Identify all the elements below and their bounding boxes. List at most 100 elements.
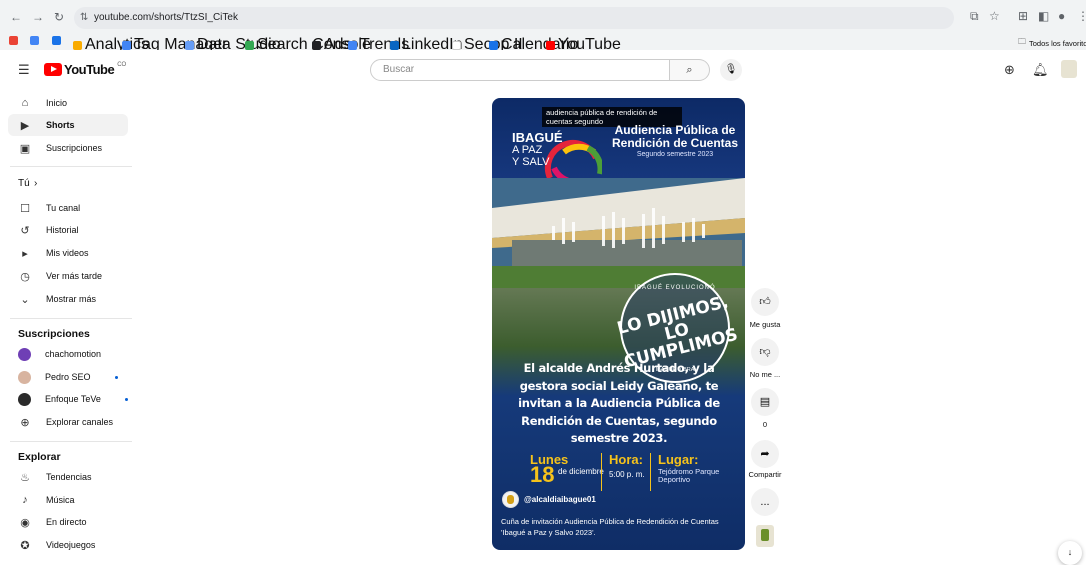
sidebar-item-you-4[interactable]: ⌄ Mostrar más — [0, 288, 135, 310]
sidebar-item-label: Tendencias — [46, 472, 92, 482]
sidebar-sub-1[interactable]: Pedro SEO — [0, 366, 135, 388]
create-icon[interactable]: ⊕ — [1004, 62, 1015, 78]
sidebar-item-label: Explorar canales — [46, 417, 114, 427]
trending-icon: ♨ — [20, 471, 30, 484]
bookmark-favicon-icon — [390, 40, 399, 50]
bookmark-favicon-icon — [245, 40, 254, 50]
sidebar-sub-0[interactable]: chachomotion — [0, 343, 135, 365]
hamburger-menu-icon[interactable]: ☰ — [18, 62, 30, 78]
mic-icon: 🎙 — [724, 64, 738, 75]
bookmark-star-icon[interactable]: ☆ — [989, 9, 1000, 23]
sidebar-item-you-3[interactable]: ◷ Ver más tarde — [0, 265, 135, 287]
sidebar-item-label: Historial — [46, 225, 79, 235]
sidebar-sub-3[interactable]: ⊕ Explorar canales — [0, 411, 135, 433]
chevron-right-icon[interactable]: › — [34, 178, 37, 189]
sidebar-item-you-2[interactable]: ▸ Mis videos — [0, 242, 135, 264]
menu-icon[interactable]: ⋮ — [1077, 9, 1086, 23]
place-value: Tejódromo Parque Deportivo — [658, 467, 720, 484]
share-button[interactable]: ➦ — [751, 440, 779, 468]
share-page-icon[interactable]: ⧉ — [970, 9, 979, 24]
stadium-photo — [492, 178, 745, 288]
channel-name[interactable]: @alcaldiaibague01 — [524, 495, 596, 504]
next-short-button[interactable]: ↓ — [1058, 541, 1082, 565]
sidebar-item-explore-2[interactable]: ◉ En directo — [0, 511, 135, 533]
sidebar-item-label: chachomotion — [45, 349, 102, 359]
ibague-brand: IBAGUÉ A PAZ Y SALV — [512, 130, 563, 168]
bookmark-favicon-icon — [9, 36, 18, 45]
sidebar-item-label: Música — [46, 495, 75, 505]
sound-thumbnail[interactable] — [756, 525, 774, 547]
sidepanel-icon[interactable]: ◧ — [1038, 9, 1049, 23]
bookmark-favicon-icon — [452, 40, 461, 50]
sidebar-item-label: Videojuegos — [46, 540, 96, 550]
bookmark-favicon-icon — [52, 36, 61, 45]
all-bookmarks[interactable]: 🗀 Todos los favoritos — [1018, 36, 1086, 50]
sidebar-sub-2[interactable]: Enfoque TeVe — [0, 388, 135, 410]
sidebar-item-explore-3[interactable]: ✪ Videojuegos — [0, 534, 135, 556]
hour-label: Hora: — [609, 452, 643, 467]
short-video-player[interactable]: audiencia pública de rendición de cuenta… — [492, 98, 745, 550]
channel-icon: ☐ — [20, 202, 30, 215]
thumbs-up-icon: 👍︎ — [759, 296, 771, 308]
sidebar-item-shorts[interactable]: ▶ Shorts — [8, 114, 128, 136]
url-text: youtube.com/shorts/TtzSI_CiTek — [94, 12, 238, 23]
sidebar-item-label: Inicio — [46, 98, 68, 108]
dislike-button[interactable]: 👎︎ — [751, 338, 779, 366]
divider — [601, 453, 602, 491]
bookmark-favicon-icon — [489, 40, 498, 50]
gaming-icon: ✪ — [20, 539, 30, 552]
comments-button[interactable]: ▤ — [751, 388, 779, 416]
comments-count: 0 — [762, 420, 768, 429]
youtube-logo[interactable]: YouTube CO — [44, 62, 126, 77]
search-input[interactable]: Buscar — [370, 59, 670, 81]
sidebar-divider — [10, 441, 132, 442]
search-button[interactable]: ⌕ — [670, 59, 710, 81]
sidebar-item-suscripciones[interactable]: ▣ Suscripciones — [0, 137, 135, 159]
youtube-play-icon — [44, 63, 62, 76]
site-settings-icon[interactable]: ⇅ — [80, 7, 88, 29]
bookmark-item[interactable] — [9, 36, 18, 45]
sidebar-item-label: Mis videos — [46, 248, 89, 258]
sidebar-item-explore-0[interactable]: ♨ Tendencias — [0, 466, 135, 488]
account-avatar[interactable] — [1061, 60, 1077, 78]
bookmark-item[interactable] — [30, 36, 39, 45]
sidebar-item-label: En directo — [46, 517, 87, 527]
sidebar-item-label: Pedro SEO — [45, 372, 91, 382]
sidebar-item-label: Tu canal — [46, 203, 81, 213]
like-button[interactable]: 👍︎ — [751, 288, 779, 316]
subscriptions-icon: ▣ — [19, 142, 31, 155]
sidebar-item-label: Suscripciones — [46, 143, 103, 153]
bookmark-favicon-icon — [122, 40, 131, 50]
arrow-down-icon: ↓ — [1067, 547, 1073, 557]
reload-icon[interactable]: ↻ — [54, 10, 64, 24]
thumbs-down-icon: 👎︎ — [759, 346, 771, 358]
subscriptions-section-title: Suscripciones — [18, 328, 90, 340]
place-label: Lugar: — [658, 452, 699, 467]
extensions-icon[interactable]: ⊞ — [1018, 9, 1028, 23]
sidebar-item-explore-1[interactable]: ♪ Música — [0, 489, 135, 511]
history-icon: ↺ — [20, 224, 30, 237]
profile-icon[interactable]: ● — [1058, 9, 1065, 23]
video-title[interactable]: Cuña de invitación Audiencia Pública de … — [501, 516, 737, 538]
sidebar-item-you-1[interactable]: ↺ Historial — [0, 219, 135, 241]
bookmark-favicon-icon — [73, 40, 82, 50]
divider — [650, 453, 651, 491]
address-bar[interactable]: ⇅ youtube.com/shorts/TtzSI_CiTek — [74, 7, 954, 29]
voice-search-button[interactable]: 🎙 — [720, 59, 742, 81]
more-options-button[interactable]: ... — [751, 488, 779, 516]
sidebar-item-you-0[interactable]: ☐ Tu canal — [0, 197, 135, 219]
channel-avatar[interactable] — [502, 491, 519, 508]
add-circle-icon: ⊕ — [20, 416, 30, 429]
bookmark-favicon-icon — [348, 40, 357, 50]
sidebar-item-inicio[interactable]: ⌂ Inicio — [0, 92, 135, 114]
dislike-label: No me ... — [749, 370, 781, 379]
sidebar-item-label: Mostrar más — [46, 294, 97, 304]
new-content-dot — [114, 375, 118, 379]
folder-icon: 🗀 — [1018, 37, 1026, 46]
forward-icon[interactable]: → — [32, 10, 44, 24]
bookmark-item[interactable] — [52, 36, 61, 45]
my-videos-icon: ▸ — [22, 247, 28, 260]
share-label: Compartir — [748, 470, 782, 479]
back-icon[interactable]: ← — [10, 10, 22, 24]
notifications-icon[interactable]: 🔔︎ — [1032, 62, 1049, 78]
